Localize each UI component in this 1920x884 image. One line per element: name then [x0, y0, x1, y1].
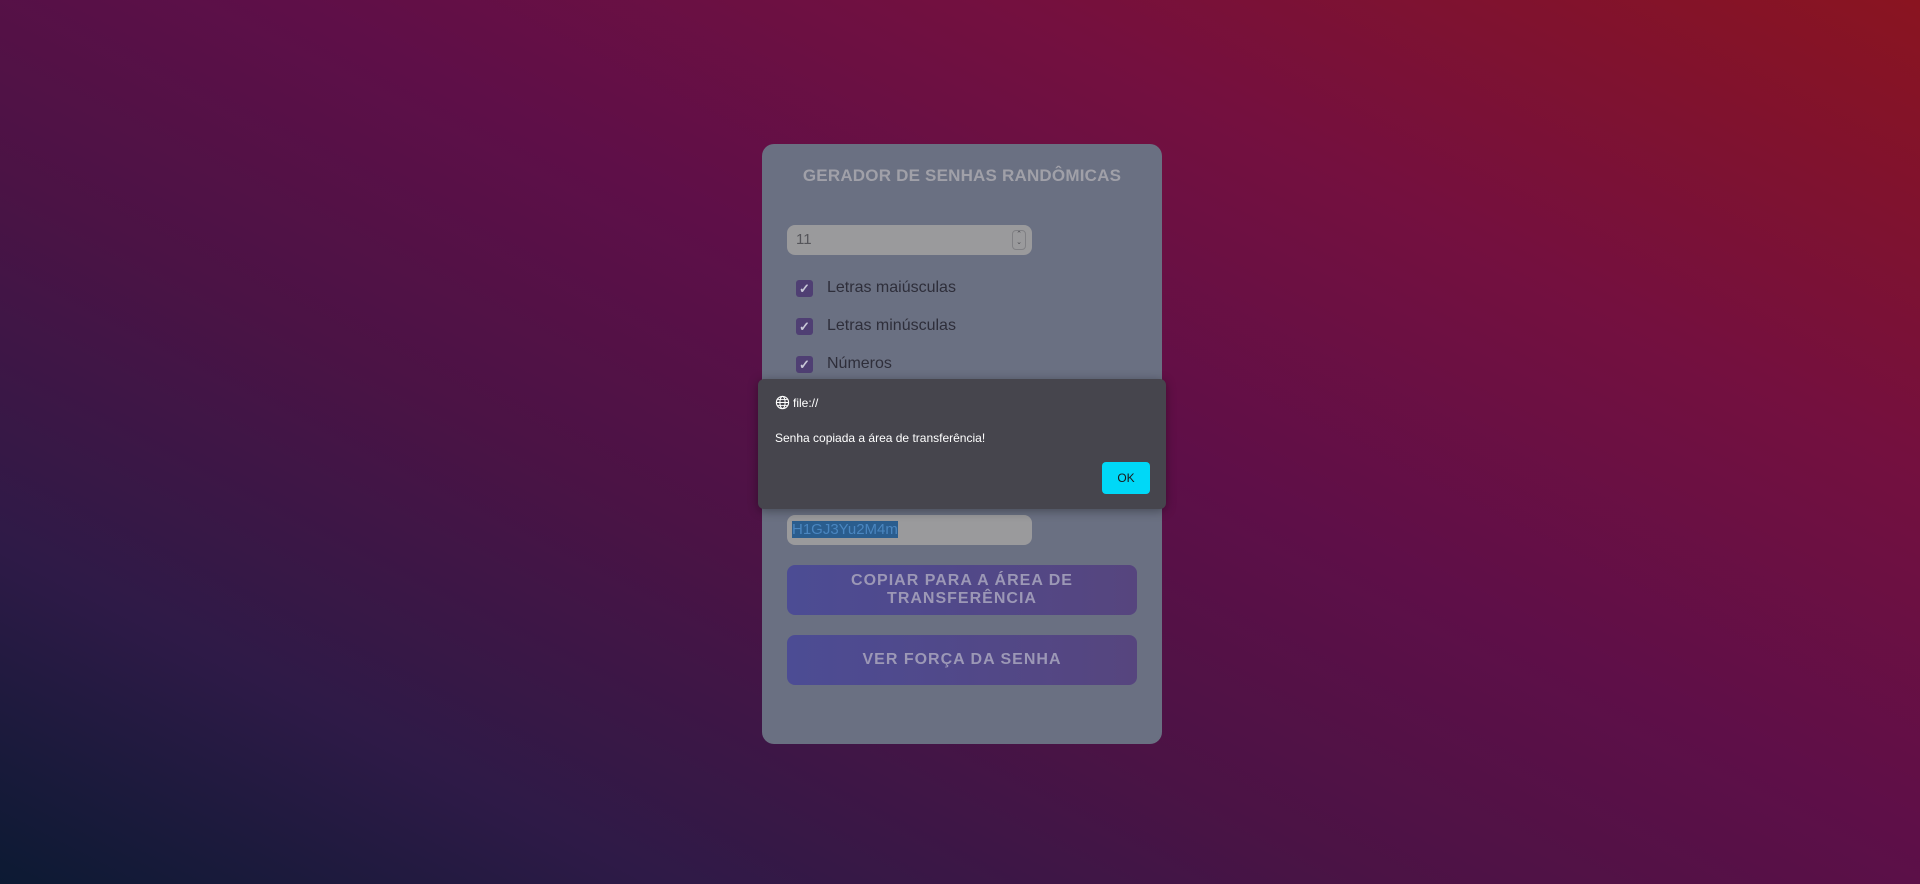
copy-button-label: COPIAR PARA A ÁREA DE TRANSFERÊNCIA: [851, 572, 1073, 607]
password-value: H1GJ3Yu2M4m: [792, 521, 898, 538]
page-title: GERADOR DE SENHAS RANDÔMICAS: [802, 166, 1122, 185]
password-output-field[interactable]: H1GJ3Yu2M4m: [787, 515, 1032, 545]
check-icon[interactable]: ✓: [796, 317, 813, 335]
strength-button-label: VER FORÇA DA SENHA: [862, 651, 1062, 668]
globe-icon: [775, 395, 790, 410]
copy-to-clipboard-button[interactable]: COPIAR PARA A ÁREA DE TRANSFERÊNCIA: [787, 565, 1137, 615]
check-icon[interactable]: ✓: [796, 279, 813, 297]
check-icon[interactable]: ✓: [796, 355, 813, 373]
ok-button[interactable]: OK: [1102, 462, 1150, 494]
option-lowercase[interactable]: ✓ Letras minúsculas: [796, 316, 956, 336]
alert-dialog: file:// Senha copiada a área de transfer…: [758, 379, 1166, 509]
view-strength-button[interactable]: VER FORÇA DA SENHA: [787, 635, 1137, 685]
option-label: Letras minúsculas: [827, 317, 956, 334]
length-input[interactable]: 11 ⌃ ⌄: [787, 225, 1032, 255]
option-label: Números: [827, 355, 892, 372]
option-label: Letras maiúsculas: [827, 279, 956, 296]
length-value: 11: [796, 231, 812, 248]
dialog-origin: file://: [775, 395, 818, 410]
option-uppercase[interactable]: ✓ Letras maiúsculas: [796, 278, 956, 298]
dialog-message: Senha copiada a área de transferência!: [775, 431, 986, 445]
spin-arrows-icon[interactable]: ⌃ ⌄: [1012, 230, 1026, 250]
dialog-origin-text: file://: [793, 395, 819, 410]
option-numbers[interactable]: ✓ Números: [796, 354, 892, 374]
